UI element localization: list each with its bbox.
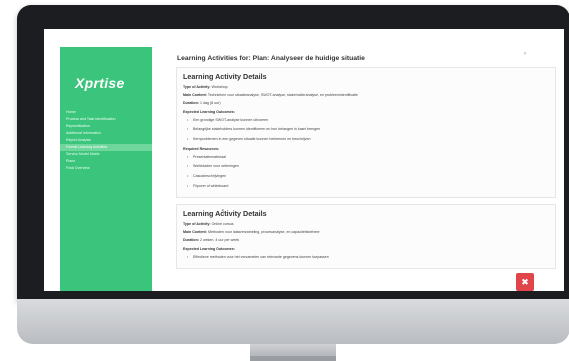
- list-item: • Werkbladen voor oefeningen: [183, 164, 549, 168]
- card-title: Learning Activity Details: [183, 209, 267, 219]
- list-item-text: Effectieve methoden voor het verzamelen …: [193, 254, 329, 259]
- resources-label: Required Resources:: [183, 146, 220, 151]
- monitor-chin: [17, 299, 569, 344]
- sidebar-item-final-overview[interactable]: Final Overview: [60, 165, 152, 172]
- list-item-text: Casusbeschrijvingen: [193, 173, 227, 178]
- main-content-field: Main Content: Methoden voor dataverzamel…: [183, 230, 549, 234]
- duration-field: Duration: 2 weken, 4 uur per week: [183, 238, 549, 242]
- list-item-text: Flipover of whiteboard: [193, 183, 229, 188]
- outcomes-label: Expected Learning Outcomes:: [183, 246, 235, 251]
- monitor-stand: [250, 344, 336, 361]
- duration-label: Duration:: [183, 101, 199, 106]
- sidebar-item-service-model-matrix[interactable]: Service Model Matrix: [60, 151, 152, 158]
- close-icon[interactable]: ✖: [516, 273, 534, 291]
- sidebar-item-report-analysis[interactable]: Report Analysis: [60, 137, 152, 144]
- main-content-label: Main Content:: [183, 93, 207, 98]
- list-item: • Casusbeschrijvingen: [183, 174, 549, 178]
- sidebar-item-plans[interactable]: Plans: [60, 158, 152, 165]
- list-item-text: Kernproblemen in een gegeven situatie ku…: [193, 136, 311, 141]
- activity-type-label: Type of Activity:: [183, 222, 211, 227]
- learning-activity-card: Learning Activity Details Type of Activi…: [176, 204, 556, 270]
- list-item: • Kernproblemen in een gegeven situatie k…: [183, 137, 549, 141]
- sidebar-item-reprioritization[interactable]: Reprioritization: [60, 123, 152, 130]
- activity-type-value: Online cursus: [211, 222, 234, 227]
- list-item: • Een grondige SWOT-analyse kunnen uitvoe…: [183, 118, 549, 122]
- list-item: • Effectieve methoden voor het verzamelen…: [183, 255, 549, 259]
- page-title: Learning Activities for: Plan: Analyseer…: [177, 55, 365, 62]
- duration-value: 1 dag (8 uur): [199, 101, 221, 106]
- duration-label: Duration:: [183, 238, 199, 243]
- learning-activity-card: Learning Activity Details Type of Activi…: [176, 67, 556, 199]
- list-item-text: Belangrijke stakeholders kunnen identifi…: [193, 127, 321, 132]
- main-content: Learning Activities for: Plan: Analyseer…: [176, 55, 556, 291]
- app-logo[interactable]: Xprtise: [75, 75, 152, 91]
- activity-type: Type of Activity: Online cursus: [183, 222, 549, 226]
- sidebar: Xprtise Home Process and Task Identifica…: [60, 47, 152, 291]
- sidebar-item-home[interactable]: Home: [60, 109, 152, 116]
- duration-field: Duration: 1 dag (8 uur): [183, 101, 549, 105]
- list-item-text: Een grondige SWOT-analyse kunnen uitvoer…: [193, 117, 269, 122]
- sidebar-item-process-task-identification[interactable]: Process and Task Identification: [60, 116, 152, 123]
- list-item-text: Presentatiemateriaal: [193, 154, 226, 159]
- main-content-label: Main Content:: [183, 230, 207, 235]
- activity-type-value: Workshop: [211, 85, 228, 89]
- mouse-cursor-icon: ↖: [221, 209, 227, 215]
- list-item: • Presentatiemateriaal: [183, 155, 549, 159]
- card-title: Learning Activity Details: [183, 72, 267, 81]
- activity-type: Type of Activity: Workshop: [183, 85, 549, 89]
- outcomes-label: Expected Learning Outcomes:: [183, 109, 235, 114]
- monitor-stand-foot: [250, 356, 336, 361]
- duration-value: 2 weken, 4 uur per week: [199, 238, 240, 243]
- sidebar-item-additional-information[interactable]: Additional Information: [60, 130, 152, 137]
- activity-type-label: Type of Activity:: [183, 85, 211, 89]
- list-item-text: Werkbladen voor oefeningen: [193, 164, 239, 169]
- main-content-value: Technieken voor situatieanalyse, SWOT-an…: [207, 93, 358, 98]
- list-item: • Belangrijke stakeholders kunnen identif…: [183, 127, 549, 131]
- main-content-value: Methoden voor dataverzameling, procesana…: [207, 230, 320, 235]
- sidebar-nav: Home Process and Task Identification Rep…: [60, 109, 152, 172]
- main-content-field: Main Content: Technieken voor situatiean…: [183, 93, 549, 97]
- list-item: • Flipover of whiteboard: [183, 184, 549, 188]
- sidebar-item-formal-learning-activities[interactable]: Formal Learning Activities: [60, 144, 152, 151]
- screen: Xprtise Home Process and Task Identifica…: [44, 29, 564, 291]
